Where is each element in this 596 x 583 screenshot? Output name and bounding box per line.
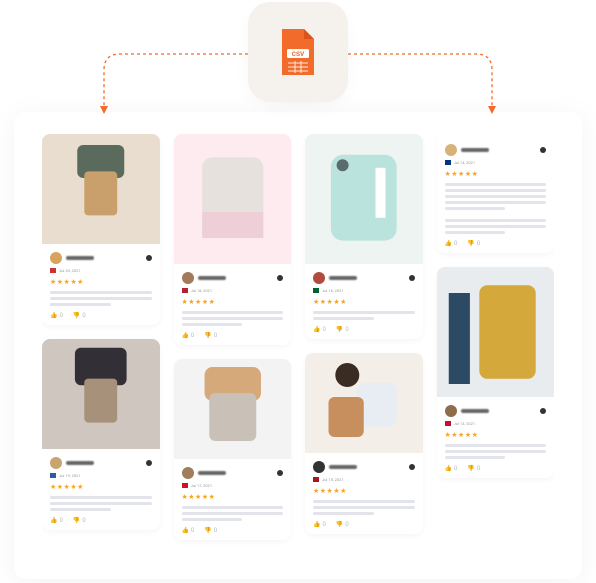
product-thumb xyxy=(305,134,423,264)
review-card[interactable]: Jul 19, 2021 ★★★★★ 👍 0 👎 0 xyxy=(42,339,160,530)
product-thumb xyxy=(42,134,160,244)
reviewer-name xyxy=(198,276,226,280)
reviewer-avatar xyxy=(313,461,325,473)
reviewer-name xyxy=(66,256,94,260)
flag-icon xyxy=(182,483,188,488)
date: Jul 20, 2021 xyxy=(59,268,81,273)
dislike-button[interactable]: 👎 0 xyxy=(73,517,86,524)
star-rating: ★★★★★ xyxy=(445,170,547,178)
verified-icon xyxy=(277,275,283,281)
dislike-button[interactable]: 👎 0 xyxy=(73,312,86,319)
dislike-button[interactable]: 👎 0 xyxy=(336,326,349,333)
reviewer-name xyxy=(66,461,94,465)
reviewer-avatar xyxy=(313,272,325,284)
star-rating: ★★★★★ xyxy=(313,487,415,495)
flag-icon xyxy=(445,160,451,165)
column: Jul 16, 2021 ★★★★★ 👍 0 👎 0 Jul 15, 2021 ★… xyxy=(305,134,423,569)
star-rating: ★★★★★ xyxy=(313,298,415,306)
like-button[interactable]: 👍 0 xyxy=(313,521,326,528)
review-card[interactable]: Jul 16, 2021 ★★★★★ 👍 0 👎 0 xyxy=(305,134,423,339)
like-button[interactable]: 👍 0 xyxy=(313,326,326,333)
flag-icon xyxy=(313,477,319,482)
product-thumb xyxy=(437,267,555,397)
reviewer-avatar xyxy=(50,457,62,469)
flag-icon xyxy=(50,268,56,273)
date: Jul 16, 2021 xyxy=(322,288,344,293)
dislike-button[interactable]: 👎 0 xyxy=(467,240,480,247)
column: Jul 14, 2021 ★★★★★ 👍 0 👎 0 Jul 13, 2021 ★… xyxy=(437,134,555,569)
like-button[interactable]: 👍 0 xyxy=(182,527,195,534)
flag-icon xyxy=(50,473,56,478)
date: Jul 13, 2021 xyxy=(454,421,476,426)
like-button[interactable]: 👍 0 xyxy=(445,465,458,472)
reviewer-name xyxy=(198,471,226,475)
review-card[interactable]: Jul 15, 2021 ★★★★★ 👍 0 👎 0 xyxy=(305,353,423,534)
svg-text:CSV: CSV xyxy=(292,50,305,58)
date: Jul 19, 2021 xyxy=(59,473,81,478)
reviewer-name xyxy=(461,148,489,152)
review-card[interactable]: Jul 14, 2021 ★★★★★ 👍 0 👎 0 xyxy=(437,134,555,253)
star-rating: ★★★★★ xyxy=(50,278,152,286)
reviewer-avatar xyxy=(445,144,457,156)
flag-icon xyxy=(445,421,451,426)
reviews-board: Jul 20, 2021 ★★★★★ 👍 0 👎 0 Jul 19, 2021 ★… xyxy=(14,112,582,579)
flag-icon xyxy=(182,288,188,293)
verified-icon xyxy=(146,460,152,466)
review-card[interactable]: Jul 13, 2021 ★★★★★ 👍 0 👎 0 xyxy=(437,267,555,478)
review-card[interactable]: Jul 18, 2021 ★★★★★ 👍 0 👎 0 xyxy=(174,134,292,345)
like-button[interactable]: 👍 0 xyxy=(182,332,195,339)
verified-icon xyxy=(146,255,152,261)
verified-icon xyxy=(277,470,283,476)
reviewer-name xyxy=(329,465,357,469)
like-button[interactable]: 👍 0 xyxy=(50,517,63,524)
date: Jul 14, 2021 xyxy=(454,160,476,165)
product-thumb xyxy=(174,134,292,264)
dislike-button[interactable]: 👎 0 xyxy=(204,527,217,534)
dislike-button[interactable]: 👎 0 xyxy=(204,332,217,339)
date: Jul 18, 2021 xyxy=(191,288,213,293)
reviewer-avatar xyxy=(182,467,194,479)
column: Jul 18, 2021 ★★★★★ 👍 0 👎 0 Jul 17, 2021 ★… xyxy=(174,134,292,569)
like-button[interactable]: 👍 0 xyxy=(50,312,63,319)
star-rating: ★★★★★ xyxy=(445,431,547,439)
reviewer-name xyxy=(329,276,357,280)
review-card[interactable]: Jul 20, 2021 ★★★★★ 👍 0 👎 0 xyxy=(42,134,160,325)
column: Jul 20, 2021 ★★★★★ 👍 0 👎 0 Jul 19, 2021 ★… xyxy=(42,134,160,569)
csv-file-icon: CSV xyxy=(278,27,318,77)
star-rating: ★★★★★ xyxy=(182,493,284,501)
flag-icon xyxy=(313,288,319,293)
product-thumb xyxy=(305,353,423,453)
verified-icon xyxy=(409,464,415,470)
reviewer-avatar xyxy=(445,405,457,417)
date: Jul 15, 2021 xyxy=(322,477,344,482)
star-rating: ★★★★★ xyxy=(50,483,152,491)
verified-icon xyxy=(540,408,546,414)
review-card[interactable]: Jul 17, 2021 ★★★★★ 👍 0 👎 0 xyxy=(174,359,292,540)
dislike-button[interactable]: 👎 0 xyxy=(467,465,480,472)
dislike-button[interactable]: 👎 0 xyxy=(336,521,349,528)
star-rating: ★★★★★ xyxy=(182,298,284,306)
verified-icon xyxy=(409,275,415,281)
verified-icon xyxy=(540,147,546,153)
product-thumb xyxy=(174,359,292,459)
reviewer-name xyxy=(461,409,489,413)
csv-source-badge: CSV xyxy=(256,10,340,94)
product-thumb xyxy=(42,339,160,449)
reviewer-avatar xyxy=(182,272,194,284)
date: Jul 17, 2021 xyxy=(191,483,213,488)
reviewer-avatar xyxy=(50,252,62,264)
reviews-grid: Jul 20, 2021 ★★★★★ 👍 0 👎 0 Jul 19, 2021 ★… xyxy=(42,134,554,569)
like-button[interactable]: 👍 0 xyxy=(445,240,458,247)
